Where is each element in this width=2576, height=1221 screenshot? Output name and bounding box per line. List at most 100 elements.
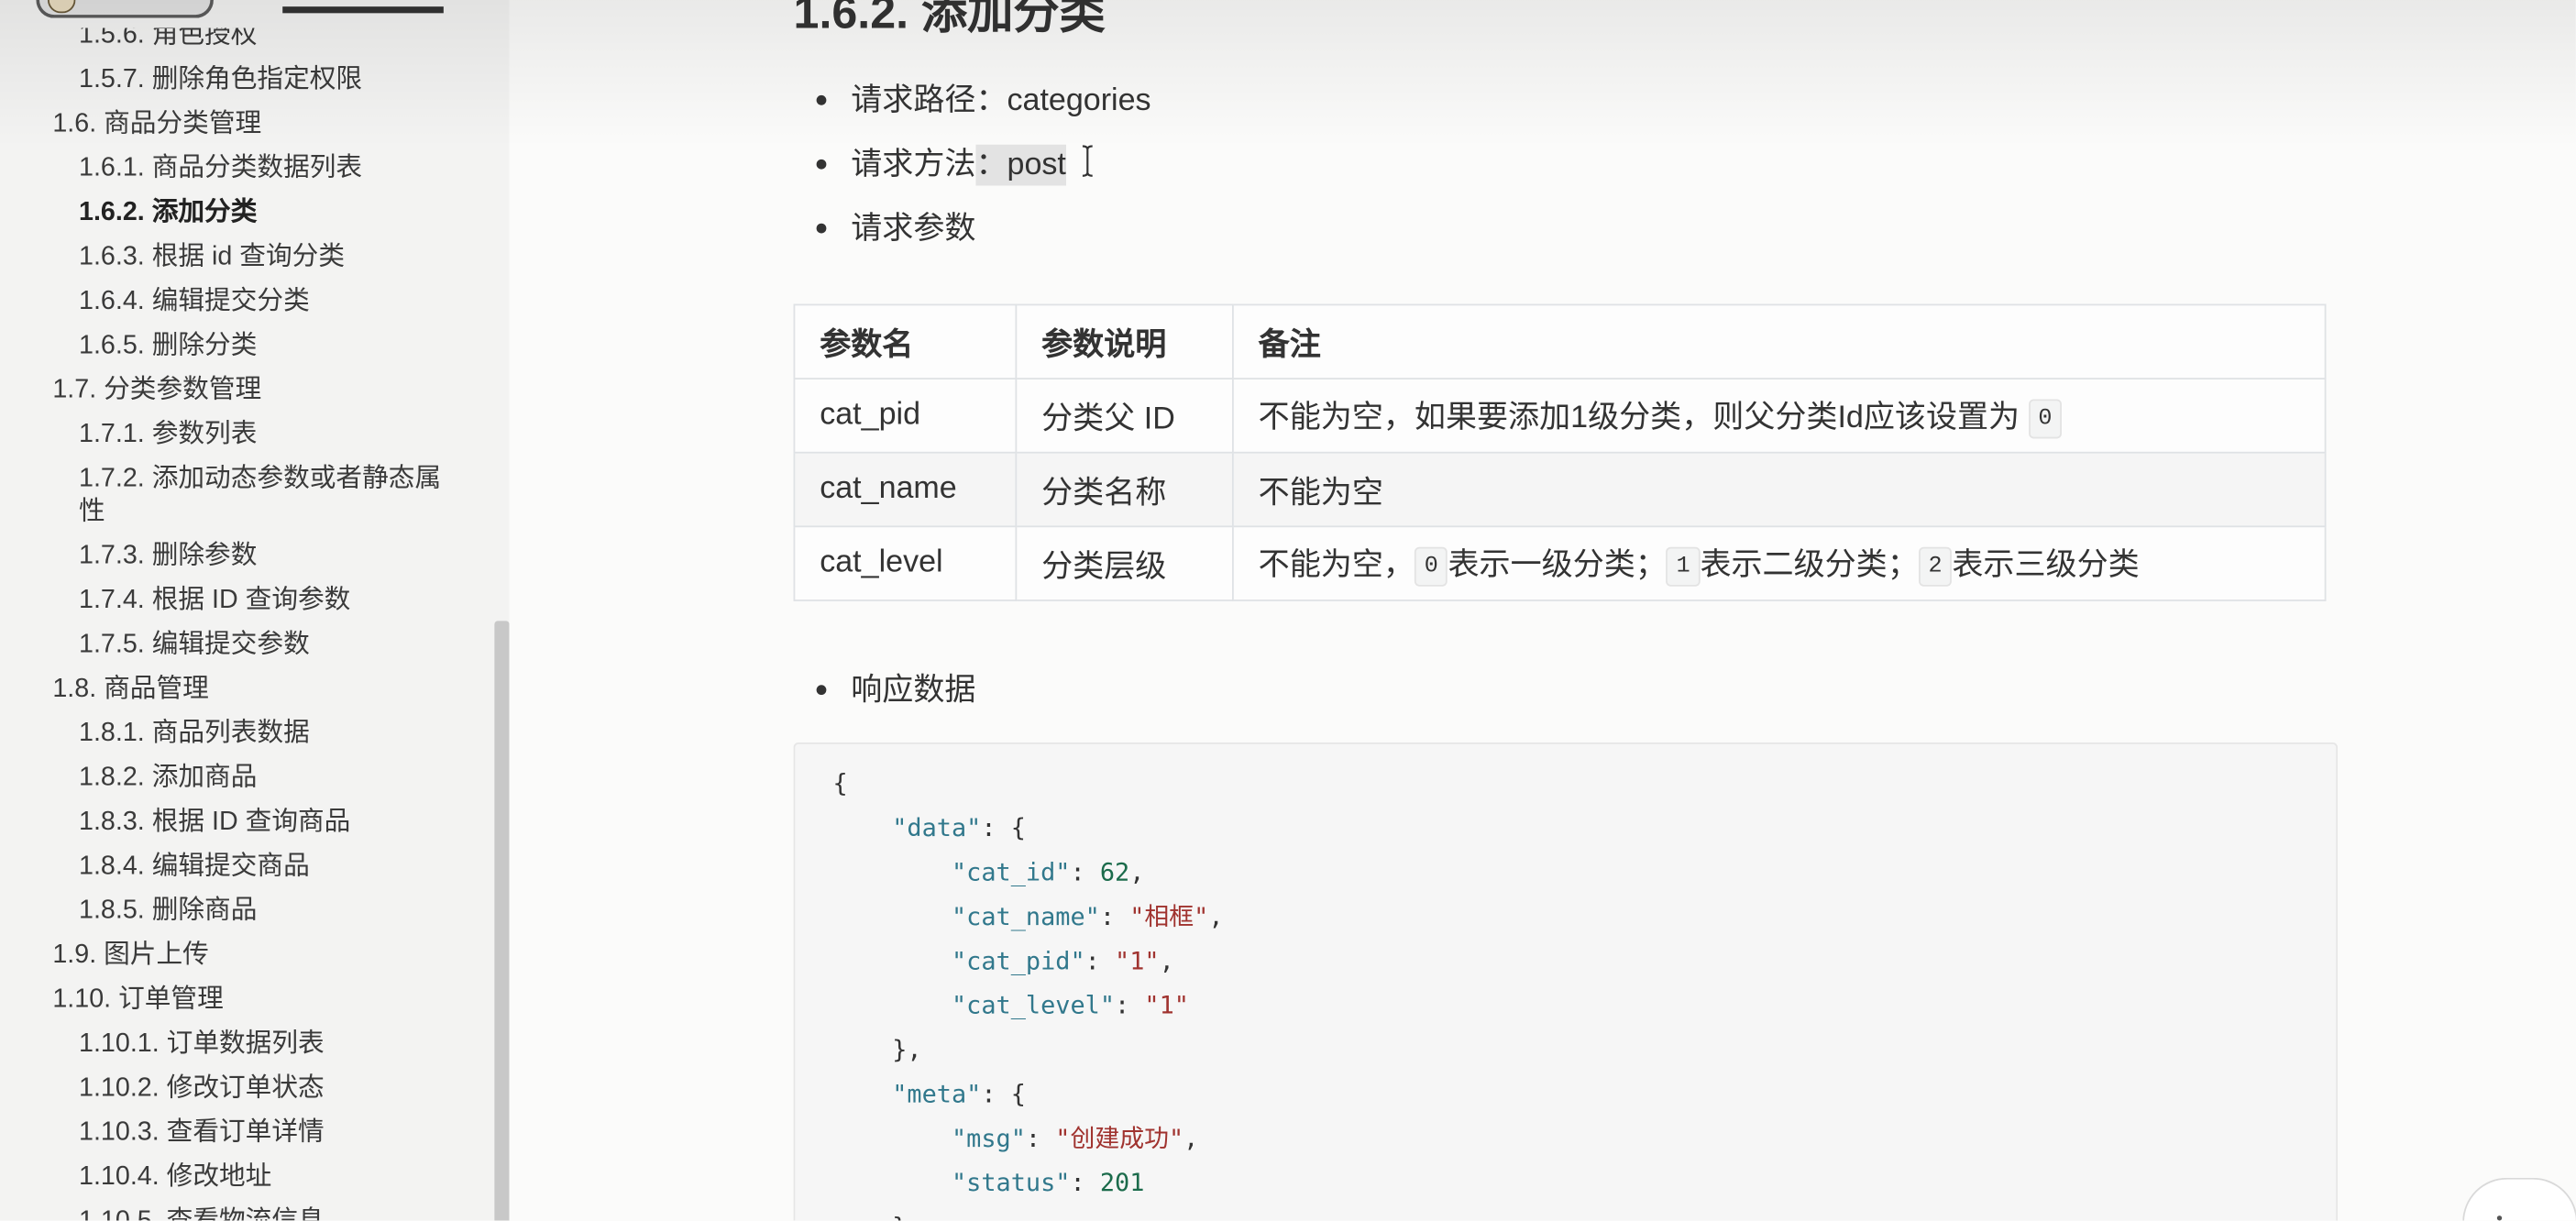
param-note-cell: 不能为空， 0 表示一级分类； 1 表示二级分类； 2 表示三级分类 xyxy=(1231,525,2327,601)
request-params-label: 请求参数 xyxy=(851,211,976,246)
code-line: "cat_pid": "1", xyxy=(833,939,2337,983)
outline-item[interactable]: 1.10.3. 查看订单详情 xyxy=(0,1111,454,1155)
code-punct: : xyxy=(1099,900,1130,931)
code-line: }, xyxy=(833,1028,2337,1072)
outline-item[interactable]: 1.10.2. 修改订单状态 xyxy=(0,1067,454,1111)
code-punct: , xyxy=(1159,945,1174,975)
code-key: "cat_id" xyxy=(951,856,1071,886)
document-content: 1.6.2. 添加分类 请求路径：categories 请求方法：post 请求… xyxy=(510,0,2576,1221)
request-method-label: 请求方法 xyxy=(851,147,976,182)
outline-item[interactable]: 1.6.3. 根据 id 查询分类 xyxy=(0,236,454,280)
outline-item[interactable]: 1.7.2. 添加动态参数或者静态属性 xyxy=(0,457,454,534)
code-punct: : { xyxy=(981,812,1026,842)
param-name-cell: cat_level xyxy=(793,525,1018,601)
outline-item[interactable]: 1.10.1. 订单数据列表 xyxy=(0,1023,454,1067)
code-line: "msg": "创建成功", xyxy=(833,1116,2337,1160)
param-desc-cell: 分类层级 xyxy=(1015,525,1234,601)
inline-code: 1 xyxy=(1666,546,1701,587)
note-text: 不能为空， xyxy=(1258,548,1415,584)
code-string: "1" xyxy=(1144,989,1189,1019)
note-text: 表示二级分类； xyxy=(1700,548,1919,584)
code-punct: }, xyxy=(892,1034,922,1064)
inline-code: 0 xyxy=(1414,546,1448,587)
avatar xyxy=(47,0,76,14)
code-line: "meta": { xyxy=(833,1072,2337,1116)
code-string: "创建成功" xyxy=(1055,1122,1184,1153)
note-text: 不能为空，如果要添加1级分类，则父分类Id应该设置为 xyxy=(1258,401,2029,435)
list-item: 请求路径：categories xyxy=(794,68,1151,132)
bullet-dot xyxy=(816,159,827,170)
sidebar-scrollbar-thumb[interactable] xyxy=(494,621,510,1221)
response-code-block[interactable]: { "data": { "cat_id": 62, "cat_name": "相… xyxy=(793,742,2339,1221)
outline-item[interactable]: 1.8.3. 根据 ID 查询商品 xyxy=(0,801,454,845)
param-note-cell: 不能为空，如果要添加1级分类，则父分类Id应该设置为 0 xyxy=(1231,378,2327,454)
code-key: "cat_level" xyxy=(951,989,1116,1019)
response-info-list: 响应数据 xyxy=(794,658,976,722)
outline-item[interactable]: 1.5.7. 删除角色指定权限 xyxy=(0,59,454,103)
param-desc-cell: 分类名称 xyxy=(1015,451,1234,528)
outline-item[interactable]: 1.7.5. 编辑提交参数 xyxy=(0,623,454,667)
outline-item[interactable]: 1.6.1. 商品分类数据列表 xyxy=(0,147,454,191)
outline-item[interactable]: 1.8.1. 商品列表数据 xyxy=(0,712,454,756)
param-desc-cell: 分类父 ID xyxy=(1015,378,1234,454)
selected-text[interactable]: ：post xyxy=(975,143,1066,185)
code-string: "相框" xyxy=(1129,900,1209,931)
param-note-cell: 不能为空 xyxy=(1231,451,2327,528)
outline-item[interactable]: 1.7.4. 根据 ID 查询参数 xyxy=(0,579,454,623)
code-punct: : xyxy=(1084,945,1116,975)
outline-item[interactable]: 1.7.1. 参数列表 xyxy=(0,413,454,457)
outline-item[interactable]: 1.10. 订单管理 xyxy=(0,978,454,1022)
list-item: 请求方法：post xyxy=(794,132,1151,196)
outline-item[interactable]: 1.6. 商品分类管理 xyxy=(0,103,454,147)
request-path-text: 请求路径：categories xyxy=(851,82,1151,118)
inline-code: 0 xyxy=(2028,399,2063,439)
code-string: "1" xyxy=(1115,945,1160,975)
outline-item[interactable]: 1.10.5. 查看物流信息 xyxy=(0,1200,454,1220)
request-info-list: 请求路径：categories 请求方法：post 请求参数 xyxy=(794,68,1151,260)
column-header: 参数名 xyxy=(793,303,1018,380)
code-punct: , xyxy=(1129,856,1145,886)
outline-item[interactable]: 1.8.4. 编辑提交商品 xyxy=(0,845,454,889)
table-row: cat_pid 分类父 ID 不能为空，如果要添加1级分类，则父分类Id应该设置… xyxy=(793,378,2327,454)
inline-code: 2 xyxy=(1918,546,1953,587)
section-heading: 1.6.2. 添加分类 xyxy=(793,0,1106,38)
code-line: } xyxy=(833,1204,2337,1221)
code-key: "cat_name" xyxy=(951,900,1100,931)
outline-tab-indicator xyxy=(282,6,444,14)
code-punct: : xyxy=(1115,989,1145,1019)
outline-item[interactable]: 1.8.2. 添加商品 xyxy=(0,756,454,800)
code-line: "cat_id": 62, xyxy=(833,850,2337,894)
code-key: "msg" xyxy=(951,1122,1026,1153)
table-row: cat_name 分类名称 不能为空 xyxy=(793,451,2327,528)
code-punct: { xyxy=(832,767,848,798)
code-line: "data": { xyxy=(833,806,2337,850)
table-row: cat_level 分类层级 不能为空， 0 表示一级分类； 1 表示二级分类； 2 表示三… xyxy=(793,525,2327,601)
floating-button-icon xyxy=(2496,1216,2503,1221)
code-punct: : xyxy=(1070,1167,1100,1197)
note-text: 不能为空 xyxy=(1258,475,1383,511)
request-params-table: 参数名 参数说明 备注 cat_pid 分类父 ID 不能为空，如果要添加1级分… xyxy=(793,303,2327,601)
outline-item[interactable]: 1.8.5. 删除商品 xyxy=(0,889,454,933)
sidebar-outline: 1.5.6. 角色授权 1.5.7. 删除角色指定权限 1.6. 商品分类管理 … xyxy=(0,0,510,1221)
outline-item[interactable]: 1.7. 分类参数管理 xyxy=(0,368,454,412)
outline-item[interactable]: 1.8. 商品管理 xyxy=(0,667,454,711)
outline-item[interactable]: 1.10.4. 修改地址 xyxy=(0,1156,454,1200)
response-label: 响应数据 xyxy=(851,672,976,708)
code-punct: : xyxy=(1025,1122,1056,1153)
outline-item[interactable]: 1.7.3. 删除参数 xyxy=(0,534,454,578)
outline-item[interactable]: 1.6.5. 删除分类 xyxy=(0,324,454,368)
column-header: 参数说明 xyxy=(1015,303,1234,380)
code-punct: , xyxy=(1183,1122,1199,1153)
code-number: 62 xyxy=(1099,856,1130,886)
code-punct: } xyxy=(892,1212,907,1221)
outline-item[interactable]: 1.6.4. 编辑提交分类 xyxy=(0,280,454,324)
outline-item[interactable]: 1.9. 图片上传 xyxy=(0,934,454,978)
note-text: 表示一级分类； xyxy=(1448,548,1667,584)
code-number: 201 xyxy=(1099,1167,1145,1197)
param-name-cell: cat_name xyxy=(793,451,1018,528)
code-line: { xyxy=(833,762,2337,806)
outline-item-active[interactable]: 1.6.2. 添加分类 xyxy=(0,192,454,236)
bullet-dot xyxy=(816,223,827,234)
code-punct: : xyxy=(1070,856,1100,886)
table-header-row: 参数名 参数说明 备注 xyxy=(793,303,2327,380)
